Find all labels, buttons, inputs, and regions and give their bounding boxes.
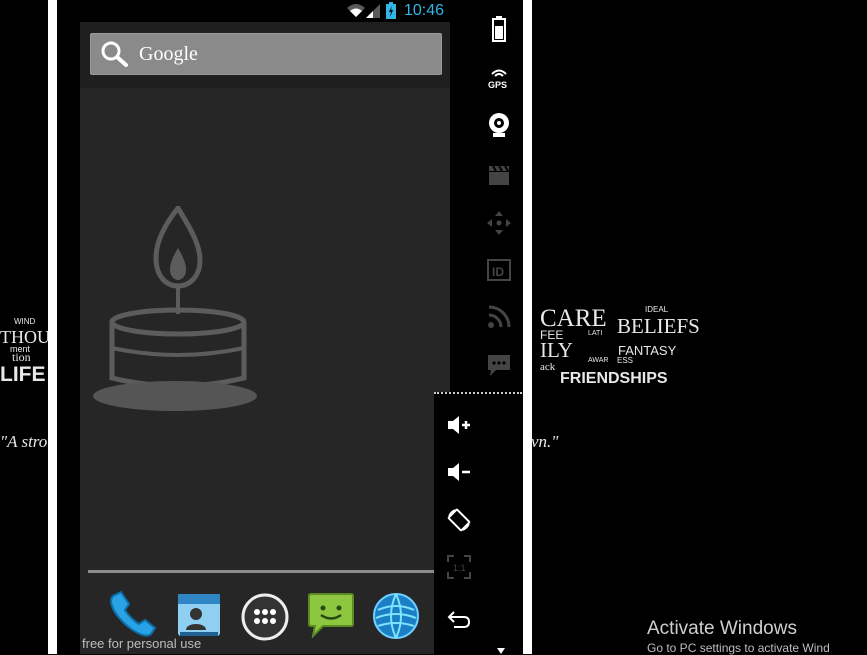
wallpaper-word-life: LIFE — [0, 363, 46, 386]
wallpaper-word-beliefs: BELIEFS — [617, 314, 700, 338]
watermark-text: free for personal use — [82, 636, 202, 651]
wallpaper-word-awar: AWAR — [588, 357, 609, 364]
volume-up-icon[interactable] — [444, 410, 474, 440]
dpad-icon[interactable] — [484, 208, 514, 238]
svg-text:GPS: GPS — [488, 80, 507, 90]
svg-text:1:1: 1:1 — [453, 563, 466, 573]
search-area: Google — [80, 22, 450, 88]
wallpaper-word-wind: WIND — [14, 317, 36, 326]
sms-icon[interactable] — [484, 350, 514, 380]
camera-icon[interactable] — [484, 110, 514, 140]
gps-icon[interactable]: GPS — [484, 62, 514, 92]
search-icon — [101, 41, 128, 67]
status-time: 10:46 — [403, 2, 444, 19]
emulator-frame-right — [523, 0, 532, 654]
signal-icon — [366, 4, 380, 18]
svg-text:ID: ID — [492, 265, 504, 279]
activate-windows-title: Activate Windows — [647, 618, 797, 639]
wallpaper-quote-left: "A stro — [0, 432, 48, 451]
battery-icon[interactable] — [484, 14, 514, 44]
clapper-icon[interactable] — [484, 160, 514, 190]
volume-down-icon[interactable] — [444, 457, 474, 487]
candle-cake-wallpaper — [93, 206, 257, 411]
all-apps-icon[interactable] — [240, 592, 290, 642]
wallpaper-word-ily: ILY — [540, 338, 573, 362]
rss-icon[interactable] — [484, 302, 514, 332]
id-icon[interactable]: ID — [484, 255, 514, 285]
status-bar: 10:46 — [80, 0, 450, 22]
battery-status-icon — [386, 2, 396, 19]
rotate-icon[interactable] — [444, 505, 474, 535]
emulator-frame-left — [48, 0, 57, 654]
contacts-app-icon[interactable] — [176, 592, 222, 638]
phone-app-icon[interactable] — [107, 590, 159, 640]
wallpaper-word-ess: ESS — [617, 356, 634, 365]
messaging-app-icon[interactable] — [307, 592, 355, 638]
wallpaper-word-ack: ack — [540, 361, 556, 373]
search-label: Google — [139, 43, 198, 65]
control-panel-border — [434, 392, 522, 394]
browser-app-icon[interactable] — [372, 592, 420, 640]
control-panel: 1:1 — [434, 392, 522, 654]
wallpaper-quote-right: vn." — [531, 432, 559, 451]
wallpaper-word-tion: tion — [12, 350, 31, 364]
wifi-icon — [347, 4, 365, 17]
dock-divider — [88, 570, 442, 573]
wallpaper-word-friendships: FRIENDSHIPS — [560, 370, 668, 387]
home-screen: Google free for personal use — [80, 22, 450, 654]
wallpaper-word-ideal: IDEAL — [645, 305, 669, 314]
activate-windows-subtitle: Go to PC settings to activate Wind — [647, 641, 830, 655]
chevron-down-icon[interactable] — [497, 648, 505, 654]
scale-icon[interactable]: 1:1 — [444, 552, 474, 582]
wallpaper-word-lati: LATI — [588, 330, 603, 337]
google-search-bar[interactable]: Google — [90, 33, 442, 75]
back-icon[interactable] — [444, 604, 474, 634]
